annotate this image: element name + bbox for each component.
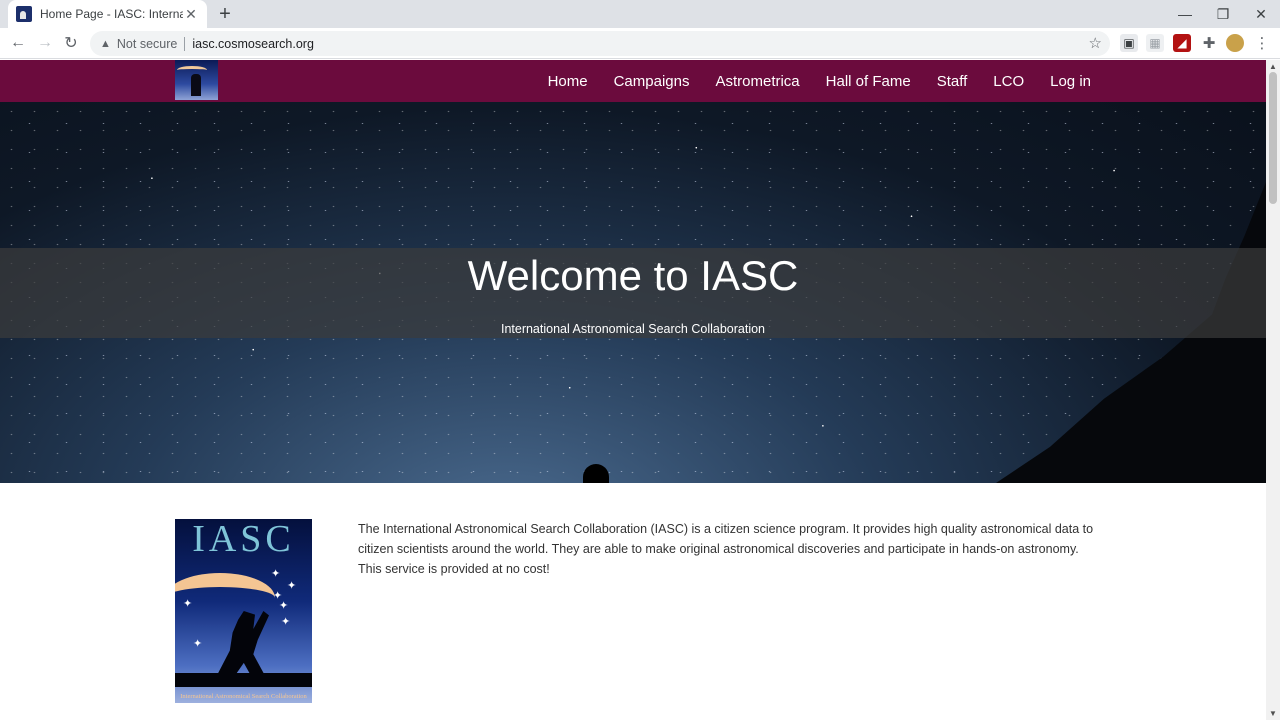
- nav-link-campaigns[interactable]: Campaigns: [614, 73, 690, 90]
- url-divider: [184, 36, 186, 51]
- reload-button[interactable]: ↻: [60, 32, 82, 54]
- logo-star-icon: ✦: [281, 616, 291, 628]
- back-button[interactable]: ←: [7, 32, 29, 54]
- logo-caption: International Astronomical Search Collab…: [180, 693, 307, 700]
- logo-star-icon: ✦: [193, 638, 203, 650]
- nav-link-staff[interactable]: Staff: [937, 73, 968, 90]
- extension-grid-icon[interactable]: ▦: [1146, 34, 1164, 52]
- logo-figure-shape: [191, 74, 201, 96]
- nav-link-lco[interactable]: LCO: [993, 73, 1024, 90]
- nav-link-hall-of-fame[interactable]: Hall of Fame: [826, 73, 911, 90]
- logo-moon-shape: [177, 66, 207, 74]
- person-silhouette: [583, 464, 609, 483]
- tab-close-icon[interactable]: ✕: [183, 6, 199, 22]
- iasc-logo-image: IASC ✦ ✦ ✦ ✦ ✦ ✦ ✦ International Astrono…: [175, 519, 312, 703]
- nav-link-log-in[interactable]: Log in: [1050, 73, 1091, 90]
- logo-title: IASC: [192, 519, 295, 560]
- browser-tab[interactable]: Home Page - IASC: International ✕: [8, 0, 207, 28]
- new-tab-button[interactable]: +: [215, 3, 235, 25]
- restore-button[interactable]: ❐: [1204, 0, 1242, 28]
- menu-kebab-icon[interactable]: ⋮: [1253, 34, 1271, 52]
- hero-banner: Welcome to IASC International Astronomic…: [0, 102, 1266, 483]
- not-secure-label[interactable]: Not secure: [117, 37, 177, 51]
- nav-links: Home Campaigns Astrometrica Hall of Fame…: [522, 60, 1091, 102]
- profile-avatar-icon[interactable]: [1226, 34, 1244, 52]
- site-navbar: Home Campaigns Astrometrica Hall of Fame…: [0, 60, 1266, 102]
- logo-ground-shape: [175, 673, 312, 687]
- page-scrollbar[interactable]: ▲ ▼: [1266, 60, 1280, 720]
- hero-subtitle: International Astronomical Search Collab…: [500, 322, 766, 336]
- nav-link-home[interactable]: Home: [548, 73, 588, 90]
- web-page: Home Campaigns Astrometrica Hall of Fame…: [0, 60, 1266, 720]
- tab-title: Home Page - IASC: International: [40, 7, 183, 21]
- browser-toolbar: ← → ↻ ▲ Not secure iasc.cosmosearch.org …: [0, 28, 1280, 59]
- extension-puzzle-box-icon[interactable]: ▣: [1120, 34, 1138, 52]
- logo-star-icon: ✦: [287, 580, 297, 592]
- minimize-button[interactable]: —: [1166, 0, 1204, 28]
- hero-title: Welcome to IASC: [467, 252, 799, 299]
- close-window-button[interactable]: ✕: [1242, 0, 1280, 28]
- address-bar[interactable]: ▲ Not secure iasc.cosmosearch.org ☆: [90, 31, 1110, 56]
- nav-link-astrometrica[interactable]: Astrometrica: [715, 73, 799, 90]
- url-text[interactable]: iasc.cosmosearch.org: [192, 37, 314, 51]
- extensions-puzzle-icon[interactable]: ✚: [1200, 34, 1218, 52]
- logo-star-icon: ✦: [271, 568, 281, 580]
- logo-star-icon: ✦: [183, 598, 193, 610]
- site-logo[interactable]: [175, 60, 218, 100]
- about-paragraph: The International Astronomical Search Co…: [358, 522, 1094, 576]
- forward-button[interactable]: →: [34, 32, 56, 54]
- scroll-up-arrow-icon[interactable]: ▲: [1269, 62, 1277, 71]
- scrollbar-thumb[interactable]: [1269, 72, 1277, 204]
- extension-pdf-icon[interactable]: ◢: [1173, 34, 1191, 52]
- bookmark-star-icon[interactable]: ☆: [1089, 34, 1102, 52]
- tab-strip: Home Page - IASC: International ✕ + — ❐ …: [0, 0, 1280, 28]
- warning-triangle-icon: ▲: [100, 37, 111, 50]
- logo-star-icon: ✦: [279, 600, 289, 612]
- site-favicon-icon: [16, 6, 32, 22]
- scroll-down-arrow-icon[interactable]: ▼: [1269, 709, 1277, 718]
